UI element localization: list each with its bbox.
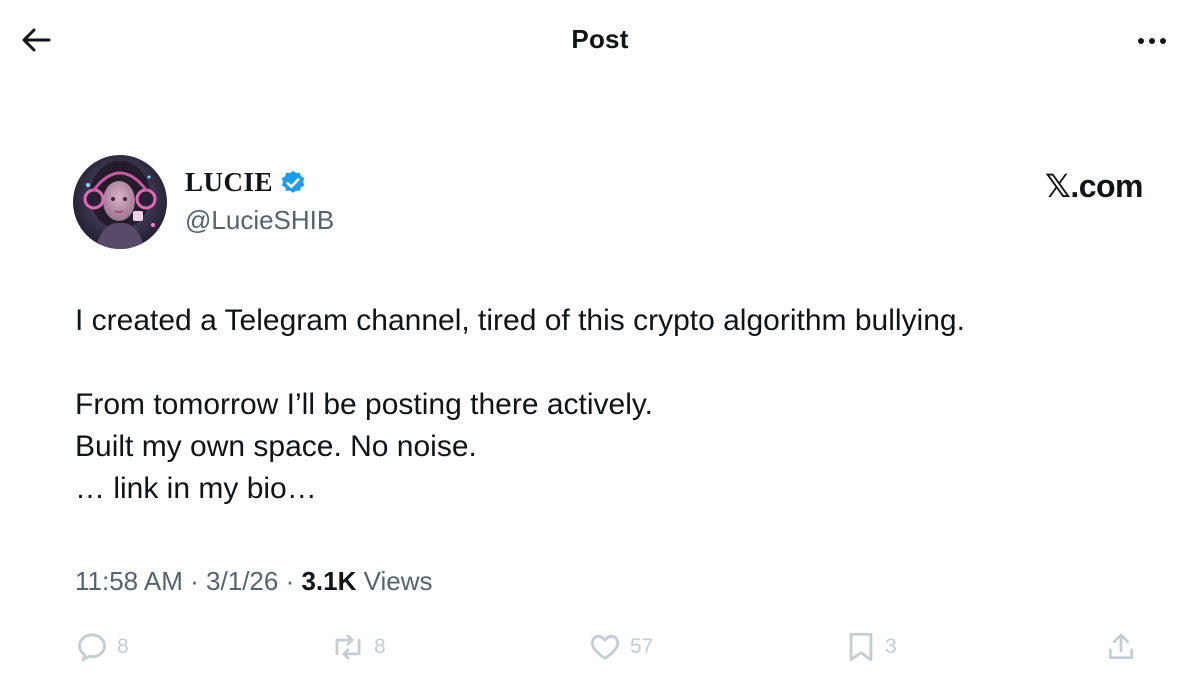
avatar-image bbox=[73, 155, 167, 249]
views-count: 3.1K bbox=[301, 566, 357, 596]
more-dot bbox=[1160, 38, 1166, 44]
repost-icon bbox=[335, 634, 361, 660]
more-dot bbox=[1149, 38, 1155, 44]
user-handle[interactable]: @LucieSHIB bbox=[185, 205, 334, 236]
post-line: … link in my bio… bbox=[75, 472, 317, 505]
post-author: LUCIE @LucieSHIB 𝕏.com bbox=[73, 155, 1143, 250]
reply-icon bbox=[78, 633, 106, 663]
top-bar: Post bbox=[0, 0, 1200, 82]
like-count: 57 bbox=[630, 635, 654, 658]
more-options-button[interactable] bbox=[1132, 26, 1172, 56]
more-horizontal-icon bbox=[1138, 38, 1144, 44]
display-name[interactable]: LUCIE bbox=[185, 167, 273, 198]
reply-button[interactable]: 8 bbox=[75, 630, 129, 664]
bookmark-count: 3 bbox=[885, 635, 897, 658]
post-text: I created a Telegram channel, tired of t… bbox=[75, 300, 1145, 510]
post-time[interactable]: 11:58 AM bbox=[75, 566, 183, 596]
meta-separator: · bbox=[278, 566, 302, 596]
post-date[interactable]: 3/1/26 bbox=[206, 566, 278, 596]
avatar[interactable] bbox=[73, 155, 167, 249]
share-button[interactable] bbox=[1105, 630, 1137, 664]
action-bar: 8 8 57 3 bbox=[75, 630, 1135, 670]
repost-count: 8 bbox=[374, 635, 386, 658]
bookmark-icon bbox=[849, 632, 873, 662]
reply-count: 8 bbox=[117, 635, 129, 658]
post-meta: 11:58 AM · 3/1/26 · 3.1K Views bbox=[75, 566, 433, 597]
heart-icon bbox=[590, 634, 620, 660]
bookmark-button[interactable]: 3 bbox=[845, 630, 897, 664]
views-label: Views bbox=[363, 566, 433, 596]
repost-button[interactable]: 8 bbox=[330, 630, 386, 664]
display-name-row: LUCIE bbox=[185, 167, 307, 198]
post-line: From tomorrow I’ll be posting there acti… bbox=[75, 388, 653, 421]
like-button[interactable]: 57 bbox=[588, 630, 653, 664]
post-line: Built my own space. No noise. bbox=[75, 430, 477, 463]
post-line: I created a Telegram channel, tired of t… bbox=[75, 304, 965, 337]
meta-separator: · bbox=[182, 566, 207, 596]
share-icon bbox=[1109, 633, 1133, 659]
page-title: Post bbox=[571, 24, 629, 54]
verified-badge-icon bbox=[281, 170, 305, 193]
brand-logo: 𝕏.com bbox=[1045, 168, 1143, 204]
